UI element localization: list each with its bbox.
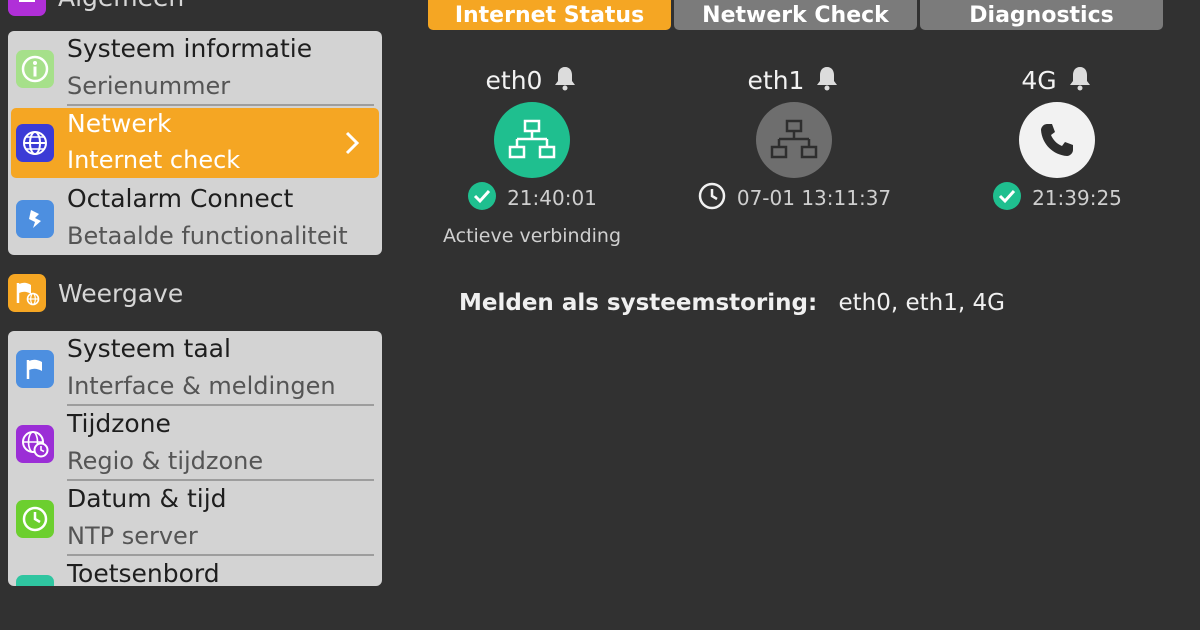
tab-internet-status[interactable]: Internet Status <box>428 0 671 30</box>
globe-clock-icon <box>16 425 54 463</box>
network-icon <box>770 119 818 159</box>
section-label: Algemeen <box>58 0 184 12</box>
last-check-time: 21:39:25 <box>1032 186 1122 210</box>
interface-name: eth0 <box>485 65 543 95</box>
sidebar-item-tijdzone[interactable]: Tijdzone Regio & tijdzone <box>8 406 382 481</box>
last-check-time: 07-01 13:11:37 <box>736 186 892 210</box>
interface-name: eth1 <box>747 65 805 95</box>
network-status-circle <box>756 102 832 178</box>
display-settings-group: Systeem taal Interface & meldingen Tijdz… <box>8 331 382 586</box>
sidebar-item-datum-tijd[interactable]: Datum & tijd NTP server <box>8 481 382 556</box>
keyboard-icon <box>16 575 54 586</box>
item-subtitle: Serienummer <box>67 72 231 100</box>
bell-icon[interactable] <box>552 64 578 96</box>
status-row: 21:40:01 <box>432 182 632 214</box>
phone-status-circle <box>1019 102 1095 178</box>
sidebar-item-toetsenbord[interactable]: Toetsenbord <box>8 556 382 586</box>
connect-icon <box>16 200 54 238</box>
last-check-time: 21:40:01 <box>507 186 597 210</box>
divider <box>67 104 374 106</box>
network-status-circle <box>494 102 570 178</box>
item-title: Systeem informatie <box>67 34 313 63</box>
item-title: Netwerk <box>67 109 172 138</box>
check-icon <box>467 181 497 215</box>
bell-icon[interactable] <box>814 64 840 96</box>
item-title: Tijdzone <box>67 409 171 438</box>
item-subtitle: Interface & meldingen <box>67 372 336 400</box>
sidebar-item-system-info[interactable]: Systeem informatie Serienummer <box>8 31 382 106</box>
general-settings-group: Systeem informatie Serienummer Netwerk I… <box>8 31 382 255</box>
tab-diagnostics[interactable]: Diagnostics <box>920 0 1163 30</box>
report-as-system-fault: Melden als systeemstoring: eth0, eth1, 4… <box>459 290 1005 316</box>
section-label: Weergave <box>58 278 184 308</box>
bell-icon[interactable] <box>1067 64 1093 96</box>
display-flag-icon <box>8 274 46 312</box>
tab-bar: Internet Status Netwerk Check Diagnostic… <box>428 0 1166 30</box>
settings-icon <box>8 0 46 16</box>
sidebar-item-netwerk[interactable]: Netwerk Internet check <box>11 108 379 178</box>
tab-netwerk-check[interactable]: Netwerk Check <box>674 0 917 30</box>
clock-icon <box>16 500 54 538</box>
sidebar-item-systeem-taal[interactable]: Systeem taal Interface & meldingen <box>8 331 382 406</box>
chevron-right-icon <box>337 128 367 158</box>
connection-status: Actieve verbinding <box>442 225 622 247</box>
status-row: 07-01 13:11:37 <box>694 182 894 214</box>
sidebar-item-octalarm-connect[interactable]: Octalarm Connect Betaalde functionalitei… <box>8 181 382 255</box>
section-algemeen[interactable]: Algemeen <box>8 0 184 20</box>
item-subtitle: Regio & tijdzone <box>67 447 264 475</box>
clock-icon <box>697 181 727 215</box>
item-title: Octalarm Connect <box>67 184 294 213</box>
check-icon <box>992 181 1022 215</box>
item-title: Systeem taal <box>67 334 231 363</box>
item-subtitle: Internet check <box>67 146 241 174</box>
item-subtitle: Betaalde functionaliteit <box>67 222 348 250</box>
network-icon <box>508 119 556 159</box>
report-label: Melden als systeemstoring: <box>459 290 818 316</box>
globe-icon <box>16 124 54 162</box>
interface-name: 4G <box>1021 65 1057 95</box>
item-title: Toetsenbord <box>67 559 220 586</box>
flag-icon <box>16 350 54 388</box>
section-weergave[interactable]: Weergave <box>8 270 183 316</box>
report-value: eth0, eth1, 4G <box>838 290 1005 316</box>
info-icon <box>16 50 54 88</box>
status-row: 21:39:25 <box>957 182 1157 214</box>
item-title: Datum & tijd <box>67 484 227 513</box>
item-subtitle: NTP server <box>67 522 198 550</box>
phone-icon <box>1041 124 1073 156</box>
settings-sidebar: Algemeen Systeem informatie Serienummer … <box>0 0 395 630</box>
